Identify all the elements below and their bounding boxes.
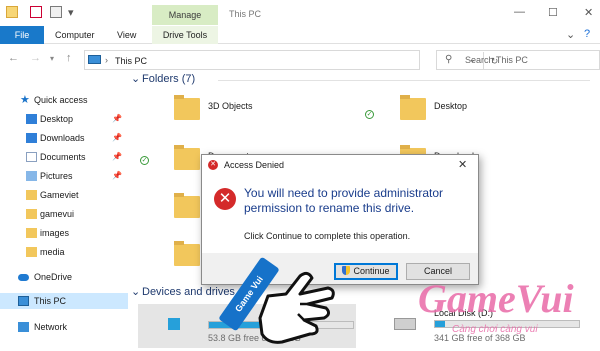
cloud-icon (18, 274, 29, 281)
continue-label: Continue (353, 266, 390, 276)
folder-icon (26, 190, 37, 200)
folder-music-icon[interactable] (174, 193, 200, 218)
tab-drive-tools[interactable]: Drive Tools (152, 26, 218, 44)
pictures-icon (26, 171, 37, 181)
sidebar-item-network[interactable]: Network (0, 319, 128, 335)
pin-icon[interactable]: 📌 (112, 111, 122, 127)
search-icon: ⚲ (445, 54, 453, 65)
sidebar-item-onedrive[interactable]: OneDrive (0, 269, 128, 285)
divider (218, 80, 590, 81)
window-title: This PC (229, 9, 262, 19)
computer-icon (88, 55, 101, 64)
forward-icon[interactable]: → (30, 52, 41, 64)
documents-icon (26, 152, 37, 162)
sidebar-item-media[interactable]: media (0, 244, 128, 260)
quick-access-dropdown-icon[interactable]: ▾ (68, 6, 74, 19)
tab-view[interactable]: View (117, 26, 136, 44)
sidebar-item-images[interactable]: images (0, 225, 128, 241)
sidebar-item-downloads[interactable]: Downloads 📌 (0, 130, 128, 146)
chevron-down-icon[interactable]: ⌄ (131, 72, 140, 85)
devices-header: Devices and drives (142, 286, 235, 298)
title-bar: ▾ Manage This PC — ☐ ✕ (0, 0, 600, 26)
folder-documents-icon[interactable] (174, 145, 200, 170)
up-icon[interactable]: ↑ (66, 52, 72, 64)
search-placeholder: Search This PC (465, 55, 528, 65)
dialog-title-bar: ✕ Access Denied ✕ (202, 155, 478, 175)
folders-header: Folders (7) (142, 73, 196, 85)
dialog-close-icon[interactable]: ✕ (458, 158, 467, 171)
folder-label[interactable]: 3D Objects (208, 101, 253, 111)
folder-icon[interactable] (6, 6, 18, 18)
folder-videos-icon[interactable] (174, 241, 200, 266)
folder-icon (26, 209, 37, 219)
dialog-title: Access Denied (224, 160, 285, 170)
pin-icon[interactable]: 📌 (112, 130, 122, 146)
gamevui-logo: GameVui Càng chơi càng vui (418, 276, 574, 335)
sidebar-item-this-pc[interactable]: This PC (0, 293, 128, 309)
network-icon (18, 322, 29, 332)
pin-icon[interactable]: 📌 (112, 168, 122, 184)
address-field[interactable]: › This PC ⌄ ↻ (84, 50, 498, 70)
error-icon: ✕ (214, 188, 236, 210)
computer-icon (18, 296, 29, 306)
sidebar-item-gameviet[interactable]: Gameviet (0, 187, 128, 203)
tab-file[interactable]: File (0, 26, 44, 44)
tab-computer[interactable]: Computer (55, 26, 95, 44)
sidebar-item-pictures[interactable]: Pictures 📌 (0, 168, 128, 184)
chevron-right-icon: › (105, 55, 108, 65)
dialog-body: ✕ You will need to provide administrator… (202, 175, 478, 253)
address-path: This PC (115, 56, 148, 66)
continue-button[interactable]: Continue (334, 263, 398, 280)
properties-icon[interactable] (30, 6, 42, 18)
navigation-pane: ★ Quick access Desktop 📌 Downloads 📌 Doc… (0, 86, 128, 351)
ribbon-expand-icon[interactable]: ⌄ (566, 28, 575, 41)
error-icon: ✕ (208, 160, 218, 170)
sync-check-icon: ✓ (140, 156, 149, 165)
sync-check-icon: ✓ (365, 110, 374, 119)
sidebar-item-documents[interactable]: Documents 📌 (0, 149, 128, 165)
uac-shield-icon (342, 266, 351, 275)
folder-icon (26, 247, 37, 257)
close-icon[interactable]: ✕ (584, 6, 593, 19)
svg-text:GameVui: GameVui (418, 276, 574, 321)
desktop-icon (26, 114, 37, 124)
folder-icon (26, 228, 37, 238)
minimize-icon[interactable]: — (514, 6, 525, 18)
star-icon: ★ (20, 94, 30, 106)
sidebar-item-gamevui[interactable]: gamevui (0, 206, 128, 222)
recent-dropdown-icon[interactable]: ▾ (50, 54, 54, 63)
search-field[interactable]: ⚲ Search This PC (436, 50, 600, 70)
pin-icon[interactable]: 📌 (112, 149, 122, 165)
chevron-down-icon[interactable]: ⌄ (131, 285, 140, 298)
ribbon: File Computer View Drive Tools ⌄ ? (0, 26, 600, 44)
new-folder-icon[interactable] (50, 6, 62, 18)
dialog-subtext: Click Continue to complete this operatio… (244, 231, 411, 241)
download-icon (26, 133, 37, 143)
svg-text:Càng chơi càng vui: Càng chơi càng vui (452, 324, 538, 335)
maximize-icon[interactable]: ☐ (548, 6, 558, 19)
back-icon[interactable]: ← (8, 52, 19, 64)
sidebar-item-quick-access[interactable]: ★ Quick access (0, 92, 128, 108)
folder-3d-objects-icon[interactable] (174, 95, 200, 120)
windows-drive-icon (168, 318, 180, 330)
sidebar-item-desktop[interactable]: Desktop 📌 (0, 111, 128, 127)
help-icon[interactable]: ? (584, 28, 590, 40)
dialog-message: You will need to provide administrator p… (244, 186, 444, 215)
manage-tab[interactable]: Manage (152, 5, 218, 25)
folder-desktop-icon[interactable] (400, 95, 426, 120)
folder-label[interactable]: Desktop (434, 101, 467, 111)
